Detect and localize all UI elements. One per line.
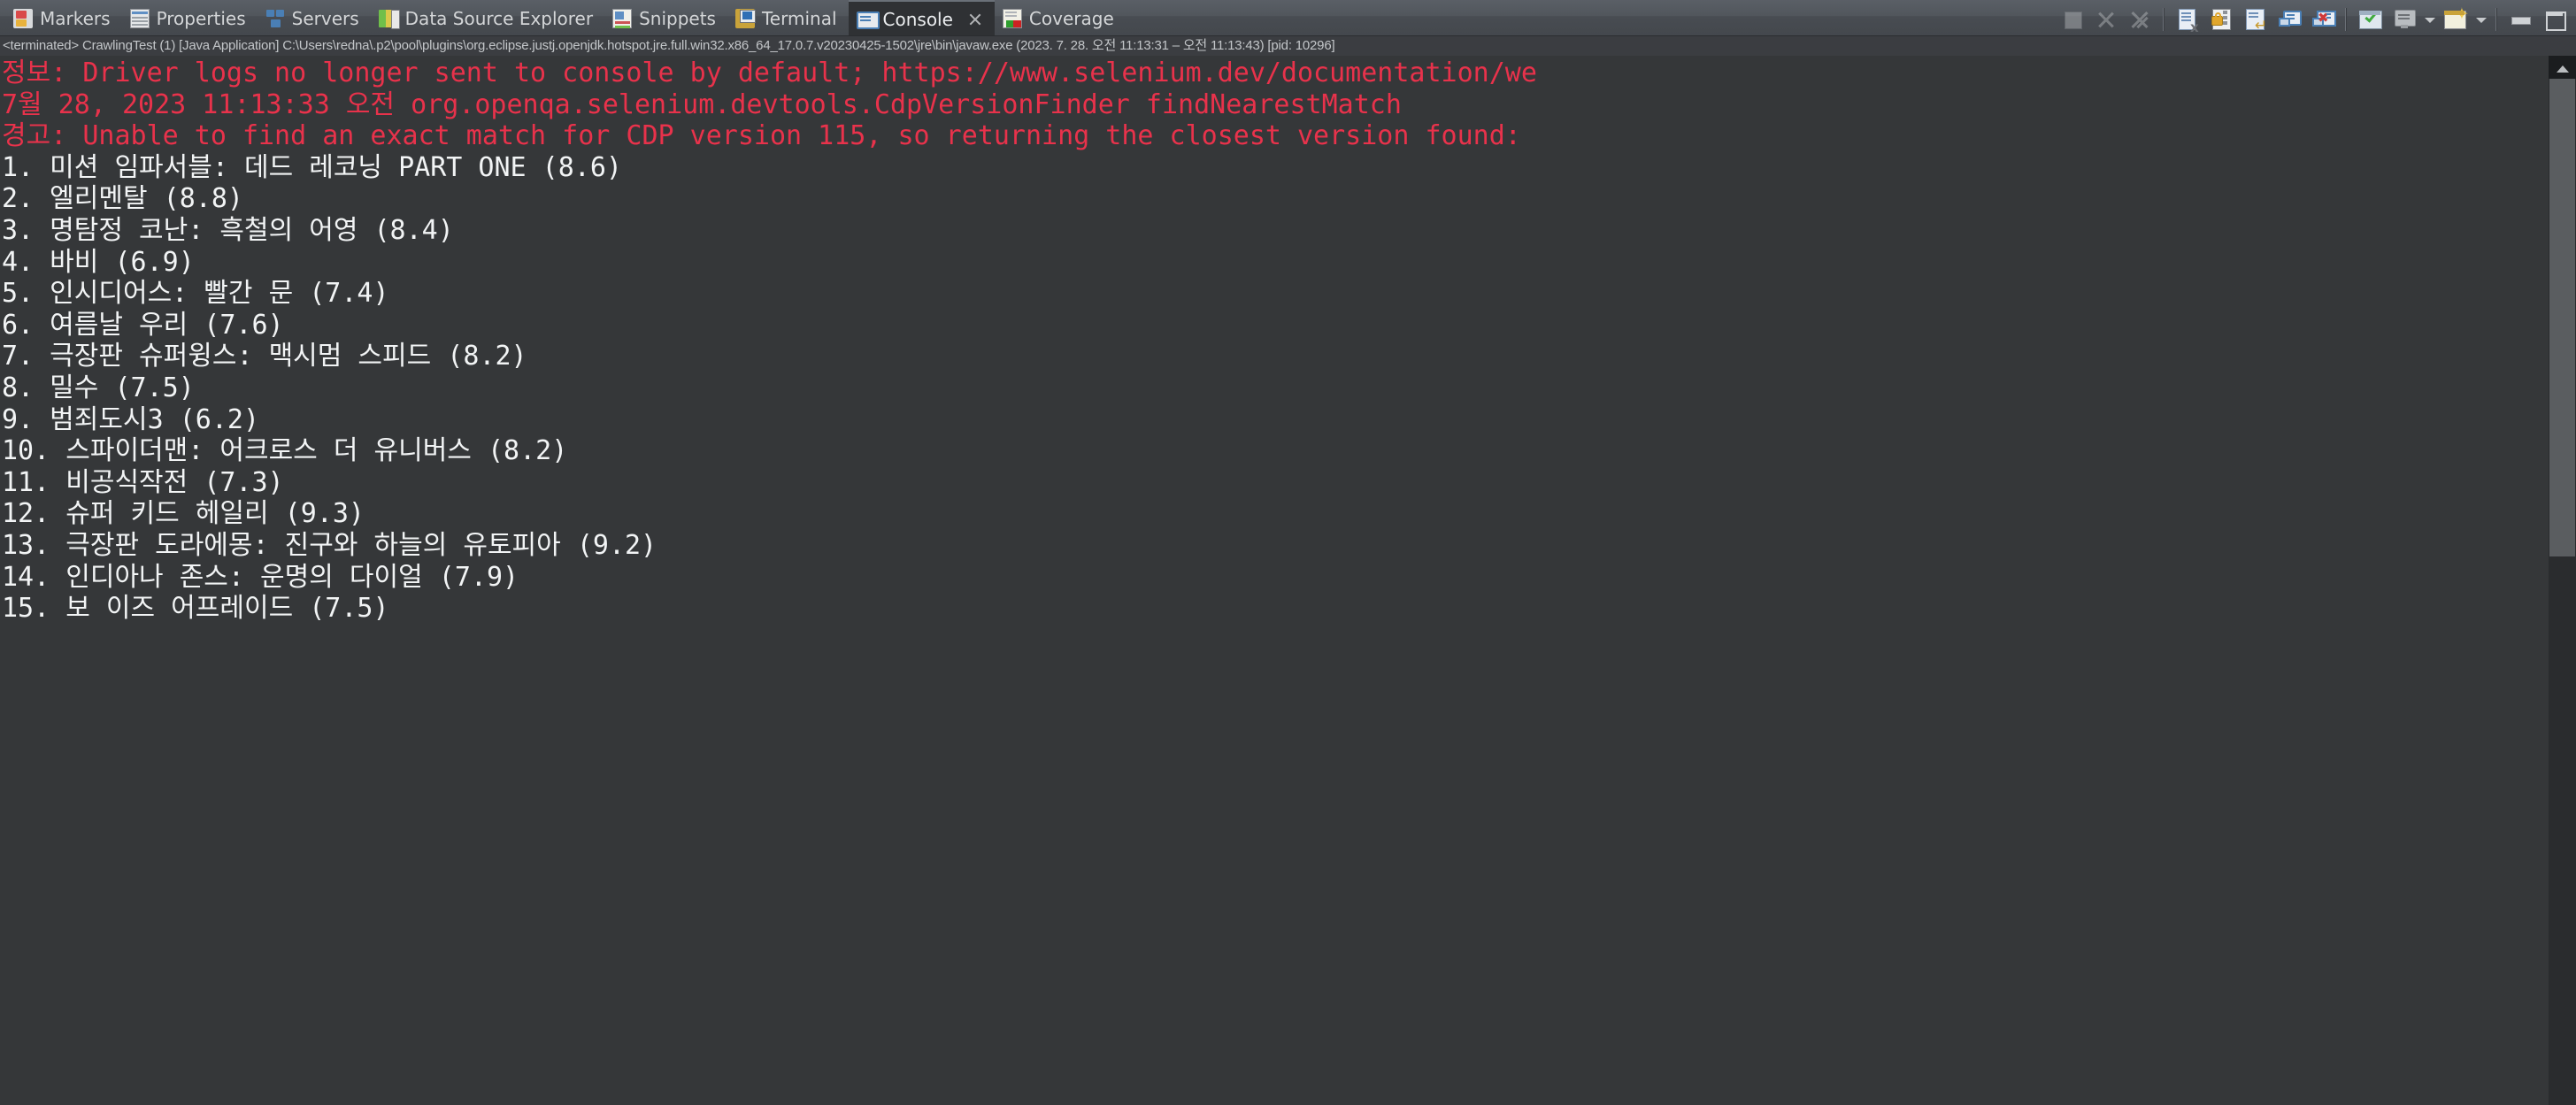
tab-servers[interactable]: Servers (258, 0, 371, 35)
toolbar-separator (2163, 7, 2165, 31)
display-selected-console-button[interactable] (2387, 4, 2420, 35)
scroll-lock-button[interactable] (2204, 4, 2238, 35)
tab-label: Data Source Explorer (404, 7, 594, 29)
pin-console-button[interactable] (2353, 4, 2387, 35)
tab-label: Terminal (761, 7, 837, 29)
console-output-line: 2. 엘리멘탈 (8.8) (2, 183, 243, 215)
console-output-line: 4. 바비 (6.9) (2, 246, 195, 278)
console-output-line: 9. 범죄도시3 (6.2) (2, 403, 260, 435)
console-output-area[interactable]: 정보: Driver logs no longer sent to consol… (0, 56, 2576, 1105)
database-icon (378, 9, 400, 29)
console-output-line: 15. 보 이즈 어프레이드 (7.5) (2, 593, 389, 625)
console-icon (856, 10, 880, 29)
remove-all-x-icon-part (2136, 16, 2149, 28)
show-console-on-output-button[interactable] (2272, 4, 2305, 35)
scrollbar-thumb[interactable] (2549, 79, 2575, 556)
show-console-error-icon-part: ✖ (2318, 9, 2329, 26)
scroll-up-arrow-icon[interactable] (2549, 56, 2576, 79)
console-output-line: 5. 인시디어스: 빨간 문 (7.4) (2, 278, 389, 310)
tab-data-source-explorer[interactable]: Data Source Explorer (371, 0, 604, 35)
open-console-button[interactable]: ✦ (2438, 4, 2472, 35)
chevron-down-icon[interactable] (2420, 4, 2438, 35)
console-error-line: 7월 28, 2023 11:13:33 오전 org.openqa.selen… (2, 88, 1402, 120)
console-output-line: 10. 스파이더맨: 어크로스 더 유니버스 (8.2) (2, 435, 568, 467)
tab-label: Coverage (1028, 7, 1114, 29)
terminated-process-info: <terminated> CrawlingTest (1) [Java Appl… (0, 36, 2576, 56)
properties-icon (129, 8, 150, 28)
console-output-line: 1. 미션 임파서블: 데드 레코닝 PART ONE (8.6) (2, 151, 622, 183)
terminate-button (2056, 4, 2089, 35)
minimize-view-button[interactable] (2503, 4, 2537, 35)
remove-all-launches-button (2123, 4, 2157, 35)
clear-console-button[interactable]: x (2171, 4, 2204, 35)
console-view-toolbar: x ↵ ✖ ✦ (2056, 2, 2576, 35)
pin-console-icon-part (2365, 8, 2378, 23)
snippets-icon (612, 8, 633, 28)
tab-terminal[interactable]: Terminal (727, 0, 849, 35)
coverage-icon (1002, 8, 1022, 28)
console-error-line: 경고: Unable to find an exact match for CD… (2, 120, 1521, 152)
toolbar-separator (2495, 7, 2497, 31)
scroll-lock-icon-part (2215, 12, 2221, 19)
console-output-line: 13. 극장판 도라에몽: 진구와 하늘의 유토피아 (9.2) (2, 529, 657, 561)
clear-console-icon-part: x (2190, 19, 2199, 35)
toolbar-group: x ↵ ✖ (2171, 2, 2339, 35)
console-output-line: 12. 슈퍼 키드 헤일리 (9.3) (2, 498, 365, 530)
show-console-icon-part (2279, 17, 2290, 27)
tab-coverage[interactable]: Coverage (995, 0, 1126, 35)
tab-snippets[interactable]: Snippets (604, 0, 727, 35)
servers-icon (265, 9, 285, 28)
chevron-down-icon[interactable] (2472, 4, 2489, 35)
word-wrap-icon-part: ↵ (2255, 16, 2268, 35)
console-output-line: 3. 명탐정 코난: 흑철의 어영 (8.4) (2, 214, 454, 246)
tab-label: Servers (291, 7, 359, 29)
markers-icon (13, 8, 33, 28)
terminal-icon (734, 8, 756, 28)
tab-label: Properties (156, 7, 246, 29)
close-icon[interactable] (967, 12, 983, 27)
tab-strip: Markers Properties Servers Data Source Expl… (0, 0, 1126, 35)
show-console-on-error-button[interactable]: ✖ (2305, 4, 2339, 35)
toolbar-group (2056, 2, 2157, 35)
tab-label: Markers (40, 7, 111, 29)
toolbar-separator (2345, 7, 2347, 31)
console-output-line: 11. 비공식작전 (7.3) (2, 466, 284, 498)
console-output-line: 6. 여름날 우리 (7.6) (2, 309, 284, 341)
tab-markers[interactable]: Markers (5, 0, 122, 35)
new-console-icon-part: ✦ (2455, 4, 2469, 24)
console-error-line: 정보: Driver logs no longer sent to consol… (2, 58, 1537, 88)
word-wrap-button[interactable]: ↵ (2238, 4, 2272, 35)
toolbar-group (2503, 2, 2571, 35)
console-output-line: 7. 극장판 슈퍼윙스: 맥시멈 스피드 (8.2) (2, 341, 527, 372)
console-output-line: 8. 밀수 (7.5) (2, 372, 195, 403)
console-output-line: 14. 인디아나 존스: 운명의 다이얼 (7.9) (2, 561, 519, 593)
tab-properties[interactable]: Properties (122, 0, 258, 35)
view-tab-bar: Markers Properties Servers Data Source Expl… (0, 0, 2576, 36)
console-vertical-scrollbar[interactable] (2549, 56, 2576, 1105)
tab-label: Snippets (639, 7, 716, 29)
maximize-view-button[interactable] (2537, 4, 2571, 35)
toolbar-group: ✦ (2353, 2, 2489, 35)
display-console-icon-part (2401, 24, 2408, 28)
console-text[interactable]: 정보: Driver logs no longer sent to consol… (0, 56, 2549, 625)
tab-console[interactable]: Console (848, 0, 995, 35)
tab-label: Console (882, 8, 953, 30)
remove-launch-button (2089, 4, 2123, 35)
